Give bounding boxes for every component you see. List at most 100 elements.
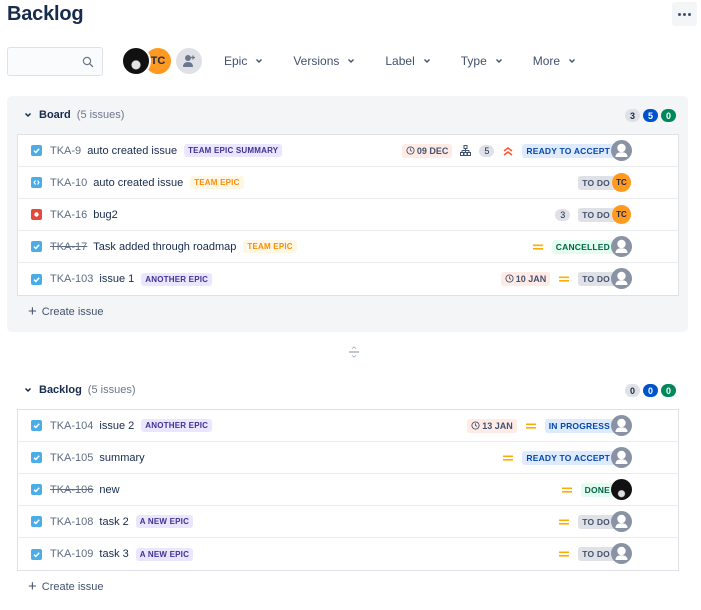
chevron-down-icon: [256, 59, 263, 63]
issue-summary[interactable]: task 3: [99, 548, 128, 560]
issue-row[interactable]: TKA-109 task 3 A NEW EPIC TO DO: [18, 538, 678, 570]
issue-key[interactable]: TKA-9: [50, 145, 81, 157]
issue-summary[interactable]: issue 1: [99, 273, 134, 285]
assignee-filter-avatars: TC: [121, 46, 202, 76]
epic-lozenge[interactable]: A NEW EPIC: [135, 515, 194, 528]
filter-label-dropdown[interactable]: Label: [377, 50, 438, 72]
issue-key[interactable]: TKA-108: [50, 516, 93, 528]
issue-type-task-icon: [31, 516, 42, 527]
issue-row[interactable]: TKA-9 auto created issue TEAM EPIC SUMMARY…: [18, 135, 678, 167]
epic-lozenge[interactable]: ANOTHER EPIC: [141, 419, 213, 432]
issue-summary[interactable]: task 2: [99, 516, 128, 528]
child-issues-icon: [460, 145, 472, 156]
section-issue-count: (5 issues): [87, 384, 136, 396]
backlog-issue-list: TKA-104 issue 2 ANOTHER EPIC 13 JAN IN PROGR…: [17, 409, 679, 571]
create-issue-button[interactable]: + Create issue: [28, 304, 104, 319]
issue-summary[interactable]: Task added through roadmap: [93, 241, 236, 253]
issue-row[interactable]: TKA-103 issue 1 ANOTHER EPIC 10 JAN TO DO: [18, 263, 678, 295]
issue-row[interactable]: TKA-105 summary READY TO ACCEPT: [18, 442, 678, 474]
add-people-button[interactable]: [176, 48, 202, 74]
assignee-avatar-unassigned[interactable]: [611, 415, 632, 436]
backlog-section-header[interactable]: Backlog (5 issues): [24, 384, 135, 396]
issue-meta: 13 JAN IN PROGRESS: [467, 410, 632, 441]
priority-medium-icon: [561, 487, 572, 493]
issue-key[interactable]: TKA-106: [50, 484, 93, 496]
filter-versions[interactable]: Versions: [285, 50, 363, 72]
epic-lozenge[interactable]: A NEW EPIC: [135, 547, 194, 561]
issue-row[interactable]: TKA-104 issue 2 ANOTHER EPIC 13 JAN IN PROGR…: [18, 410, 678, 442]
issue-summary[interactable]: new: [99, 484, 119, 496]
board-section-header[interactable]: Board (5 issues): [24, 109, 124, 121]
more-actions-button[interactable]: [672, 2, 697, 26]
issue-summary[interactable]: bug2: [93, 209, 117, 221]
status-dropdown[interactable]: READY TO ACCEPT: [522, 450, 623, 465]
issue-key[interactable]: TKA-16: [50, 209, 87, 221]
issue-type-subtask-icon: [31, 177, 42, 188]
priority-highest-icon: [503, 146, 513, 156]
filter-label: More: [532, 54, 561, 68]
assignee-avatar-unassigned[interactable]: [611, 236, 632, 257]
chevron-down-icon: [24, 387, 32, 393]
clock-icon: [505, 274, 514, 283]
filter-label: Label: [385, 54, 415, 68]
issue-type-task-icon: [31, 452, 42, 463]
chevron-down-icon: [423, 59, 430, 63]
page-title: Backlog: [7, 3, 84, 25]
assignee-avatar-tc[interactable]: TC: [612, 205, 631, 224]
issue-type-bug-icon: [31, 209, 42, 220]
issue-summary[interactable]: summary: [99, 452, 144, 464]
issue-key[interactable]: TKA-103: [50, 273, 93, 285]
priority-medium-icon: [559, 551, 570, 557]
issue-row[interactable]: TKA-16 bug2 3 TO DO TC: [18, 199, 678, 231]
issue-key[interactable]: TKA-109: [50, 548, 93, 560]
assignee-avatar-unassigned[interactable]: [611, 447, 632, 468]
due-date: 09 DEC: [401, 143, 453, 158]
epic-lozenge[interactable]: TEAM EPIC: [243, 240, 297, 253]
issue-row[interactable]: TKA-108 task 2 A NEW EPIC TO DO: [18, 506, 678, 538]
count-todo: 0: [625, 384, 640, 397]
issue-key[interactable]: TKA-17: [50, 241, 87, 253]
issue-key[interactable]: TKA-10: [50, 177, 87, 189]
assignee-avatar-tc[interactable]: TC: [612, 173, 631, 192]
assignee-avatar-unassigned[interactable]: [611, 511, 632, 532]
issue-key[interactable]: TKA-104: [50, 420, 93, 432]
board-issue-list: TKA-9 auto created issue TEAM EPIC SUMMARY…: [17, 134, 679, 296]
status-label: TO DO: [582, 273, 610, 284]
issue-row[interactable]: TKA-106 new DONE: [18, 474, 678, 506]
create-issue-button[interactable]: + Create issue: [28, 579, 104, 594]
board-status-counts: 3 5 0: [625, 109, 676, 122]
status-dropdown[interactable]: READY TO ACCEPT: [522, 143, 623, 158]
default-avatar-icon: [611, 447, 632, 468]
assignee-avatar-cat[interactable]: [611, 479, 632, 500]
issue-row[interactable]: TKA-10 auto created issue TEAM EPIC TO DO TC: [18, 167, 678, 199]
issue-summary[interactable]: auto created issue: [93, 177, 183, 189]
issue-summary[interactable]: issue 2: [99, 420, 134, 432]
issue-summary[interactable]: auto created issue: [87, 145, 177, 157]
filter-epic[interactable]: Epic: [216, 50, 271, 72]
issue-key[interactable]: TKA-105: [50, 452, 93, 464]
ellipsis-dot: [683, 12, 686, 16]
assignee-avatar-unassigned[interactable]: [611, 268, 632, 289]
assignee-avatar-unassigned[interactable]: [611, 140, 632, 161]
avatar-cat[interactable]: [121, 46, 151, 76]
epic-lozenge[interactable]: TEAM EPIC SUMMARY: [184, 144, 283, 157]
issue-type-task-icon: [31, 273, 42, 285]
plus-icon: +: [28, 303, 37, 320]
due-date: 10 JAN: [500, 271, 551, 286]
resize-handle-icon[interactable]: [348, 346, 360, 358]
status-label: READY TO ACCEPT: [526, 145, 610, 156]
issue-type-task-icon: [31, 241, 42, 252]
epic-lozenge[interactable]: TEAM EPIC: [190, 176, 244, 189]
create-issue-label: Create issue: [41, 305, 104, 318]
filter-type[interactable]: Type: [453, 50, 511, 72]
status-label: READY TO ACCEPT: [526, 452, 610, 463]
search-field[interactable]: [7, 46, 103, 76]
assignee-avatar-unassigned[interactable]: [611, 543, 632, 564]
priority-medium-icon: [532, 244, 543, 250]
issue-type-task-icon: [31, 420, 42, 431]
epic-lozenge[interactable]: ANOTHER EPIC: [141, 272, 213, 286]
filter-more[interactable]: More: [525, 50, 584, 72]
default-avatar-icon: [611, 140, 632, 161]
issue-row[interactable]: TKA-17 Task added through roadmap TEAM EPI…: [18, 231, 678, 263]
count-done: 0: [661, 109, 676, 122]
